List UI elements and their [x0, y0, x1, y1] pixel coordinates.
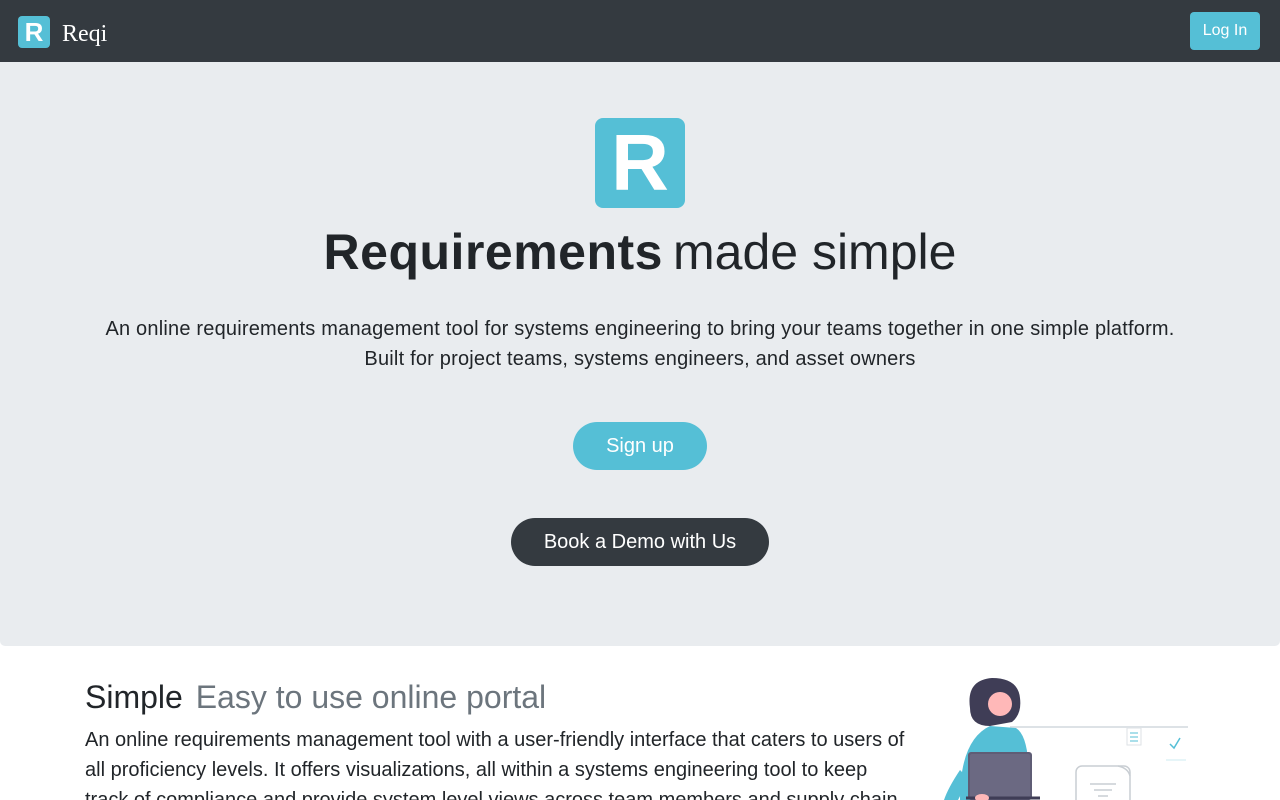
hero-title-light: made simple — [672, 224, 957, 280]
login-button[interactable]: Log In — [1190, 12, 1260, 50]
hero-title: Requirements made simple — [0, 222, 1280, 282]
hero-description-line-2: Built for project teams, systems enginee… — [364, 348, 916, 370]
feature-heading-muted: Easy to use online portal — [195, 679, 547, 715]
reqi-logo-icon: R — [18, 16, 50, 48]
woman-with-laptop-illustration — [944, 678, 1188, 800]
book-demo-button[interactable]: Book a Demo with Us — [511, 518, 769, 566]
brand-home-link[interactable]: R Reqi — [18, 16, 107, 48]
hero-description: An online requirements management tool f… — [0, 314, 1280, 374]
feature-heading-main: Simple — [85, 679, 183, 715]
top-navbar: R Reqi Log In — [0, 0, 1280, 62]
brand-name: Reqi — [62, 20, 108, 47]
signup-button[interactable]: Sign up — [573, 422, 707, 470]
feature-simple-section: Simple Easy to use online portal An onli… — [85, 678, 915, 800]
feature-heading: Simple Easy to use online portal — [85, 678, 915, 716]
reqi-logo-large-icon: R — [595, 118, 685, 208]
hero-title-bold: Requirements — [323, 224, 663, 280]
hero-section: R Requirements made simple An online requ… — [0, 62, 1280, 646]
feature-description: An online requirements management tool w… — [85, 729, 905, 800]
hero-description-line-1: An online requirements management tool f… — [105, 318, 1175, 340]
